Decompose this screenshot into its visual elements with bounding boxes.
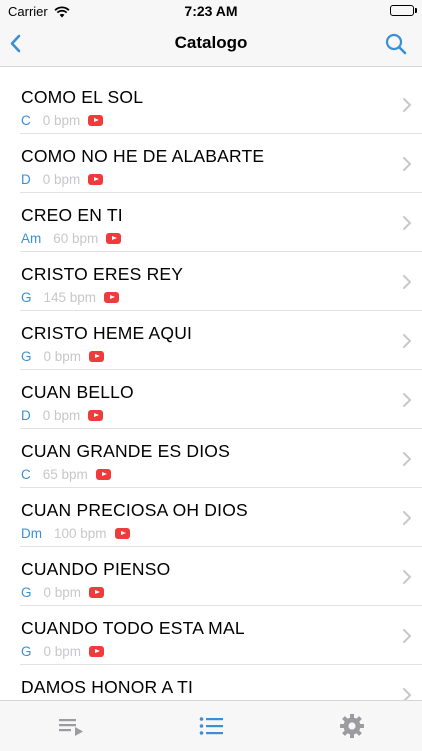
song-key: Am — [21, 230, 42, 246]
chevron-right-icon — [403, 570, 411, 584]
youtube-icon[interactable] — [89, 645, 105, 657]
youtube-icon[interactable] — [88, 409, 104, 421]
chevron-right-icon — [403, 688, 411, 700]
song-title: COMO NO HE DE ALABARTE — [21, 146, 265, 166]
song-key: G — [21, 643, 32, 659]
search-icon — [385, 33, 407, 55]
list-item[interactable]: COMO NO HE DE ALABARTE D 0 bpm — [20, 134, 422, 193]
navigation-bar: Catalogo — [0, 22, 422, 67]
song-title: CREO EN TI — [21, 205, 123, 225]
list-item[interactable]: CRISTO HEME AQUI G 0 bpm — [20, 311, 422, 370]
list-top-spacer — [0, 67, 422, 75]
song-key: D — [21, 407, 31, 423]
chevron-right-icon — [403, 629, 411, 643]
chevron-right-icon — [403, 452, 411, 466]
youtube-icon[interactable] — [88, 114, 104, 126]
song-meta: G 145 bpm — [21, 289, 120, 305]
youtube-icon[interactable] — [95, 468, 111, 480]
youtube-icon[interactable] — [114, 527, 130, 539]
list-item[interactable]: CUANDO PIENSO G 0 bpm — [20, 547, 422, 606]
tab-playlist[interactable] — [57, 713, 85, 739]
song-title: CUAN BELLO — [21, 382, 134, 402]
tab-settings[interactable] — [338, 713, 366, 739]
song-key: G — [21, 348, 32, 364]
song-meta: D 0 bpm — [21, 407, 104, 423]
song-bpm: 65 bpm — [42, 466, 88, 482]
song-title: CRISTO ERES REY — [21, 264, 184, 284]
song-bpm: 60 bpm — [53, 230, 99, 246]
chevron-right-icon — [403, 216, 411, 230]
song-title: CUAN GRANDE ES DIOS — [21, 441, 230, 461]
song-meta: C 65 bpm — [21, 466, 111, 482]
song-title: DAMOS HONOR A TI — [21, 677, 194, 697]
chevron-right-icon — [403, 157, 411, 171]
song-title: CUANDO PIENSO — [21, 559, 171, 579]
youtube-icon[interactable] — [89, 350, 105, 362]
youtube-icon[interactable] — [106, 232, 122, 244]
battery-tip — [415, 8, 417, 13]
song-meta: Am 60 bpm — [21, 230, 122, 246]
status-bar: Carrier 7:23 AM — [0, 0, 422, 22]
song-title: CUAN PRECIOSA OH DIOS — [21, 500, 248, 520]
tab-bar — [0, 700, 422, 751]
chevron-right-icon — [403, 275, 411, 289]
song-bpm: 0 bpm — [42, 407, 81, 423]
song-key: C — [21, 112, 31, 128]
list-icon — [199, 717, 223, 735]
song-bpm: 0 bpm — [43, 643, 82, 659]
tab-catalog[interactable] — [197, 713, 225, 739]
song-meta: G 0 bpm — [21, 348, 105, 364]
song-bpm: 0 bpm — [43, 584, 82, 600]
song-key: D — [21, 171, 31, 187]
chevron-right-icon — [403, 511, 411, 525]
song-key: Dm — [21, 525, 42, 541]
song-meta: G 0 bpm — [21, 584, 105, 600]
song-meta: Dm 100 bpm — [21, 525, 130, 541]
battery-icon — [390, 5, 414, 16]
song-key: G — [21, 289, 32, 305]
song-list[interactable]: COMO EL SOL C 0 bpm COMO NO HE DE ALABARTE D… — [0, 67, 422, 700]
song-title: COMO EL SOL — [21, 87, 144, 107]
chevron-right-icon — [403, 334, 411, 348]
list-item[interactable]: COMO EL SOL C 0 bpm — [20, 75, 422, 134]
song-title: CRISTO HEME AQUI — [21, 323, 193, 343]
list-item[interactable]: CUAN PRECIOSA OH DIOS Dm 100 bpm — [20, 488, 422, 547]
list-item[interactable]: CUANDO TODO ESTA MAL G 0 bpm — [20, 606, 422, 665]
chevron-right-icon — [403, 98, 411, 112]
search-button[interactable] — [382, 30, 410, 58]
list-item[interactable]: CUAN GRANDE ES DIOS C 65 bpm — [20, 429, 422, 488]
song-title: CUANDO TODO ESTA MAL — [21, 618, 245, 638]
page-title: Catalogo — [174, 33, 248, 52]
chevron-right-icon — [403, 393, 411, 407]
status-time: 7:23 AM — [184, 3, 238, 19]
gear-icon — [340, 714, 364, 738]
youtube-icon[interactable] — [89, 586, 105, 598]
song-bpm: 145 bpm — [43, 289, 97, 305]
song-meta: D 0 bpm — [21, 171, 104, 187]
song-bpm: 100 bpm — [54, 525, 107, 541]
song-meta: C 0 bpm — [21, 112, 104, 128]
list-item[interactable]: CRISTO ERES REY G 145 bpm — [20, 252, 422, 311]
youtube-icon[interactable] — [104, 291, 120, 303]
song-key: G — [21, 584, 32, 600]
playlist-icon — [59, 719, 83, 736]
list-item[interactable]: DAMOS HONOR A TI — [20, 665, 422, 700]
song-bpm: 0 bpm — [43, 348, 82, 364]
list-item[interactable]: CREO EN TI Am 60 bpm — [20, 193, 422, 252]
list-item[interactable]: CUAN BELLO D 0 bpm — [20, 370, 422, 429]
youtube-icon[interactable] — [88, 173, 104, 185]
song-meta: G 0 bpm — [21, 643, 105, 659]
song-key: C — [21, 466, 31, 482]
song-bpm: 0 bpm — [42, 112, 81, 128]
song-bpm: 0 bpm — [42, 171, 81, 187]
